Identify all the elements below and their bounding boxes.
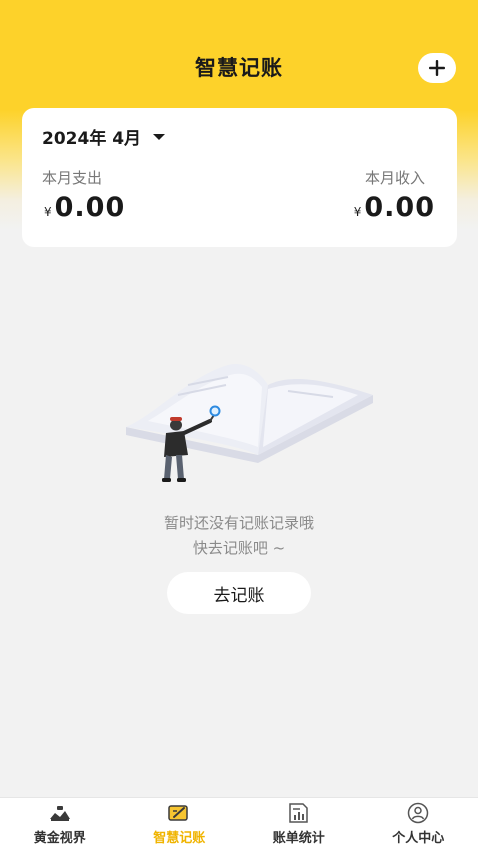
page-title: 智慧记账 xyxy=(0,52,478,82)
tab-gold-vision[interactable]: 黄金视界 xyxy=(0,798,120,851)
tab-label: 黄金视界 xyxy=(34,827,86,846)
monthly-summary-card: 2024年 4月 本月支出 ¥ 0.00 本月收入 ¥ 0.00 xyxy=(22,108,457,247)
add-record-button[interactable] xyxy=(418,53,456,83)
expense-currency: ¥ xyxy=(44,205,52,219)
tab-label: 智慧记账 xyxy=(153,827,205,846)
tab-bill-stats[interactable]: 账单统计 xyxy=(239,798,359,851)
month-selector[interactable]: 2024年 4月 xyxy=(42,124,165,149)
month-label: 2024年 4月 xyxy=(42,124,141,149)
empty-state-hint: 快去记账吧 ~ xyxy=(0,537,478,558)
ledger-pen-icon xyxy=(166,802,192,824)
tab-smart-ledger[interactable]: 智慧记账 xyxy=(120,798,240,851)
income-currency: ¥ xyxy=(354,205,362,219)
tab-label: 账单统计 xyxy=(273,827,325,846)
gold-pile-icon xyxy=(47,802,73,824)
user-circle-icon xyxy=(405,802,431,824)
expense-amount: 0.00 xyxy=(55,192,126,223)
income-value: ¥ 0.00 xyxy=(354,192,435,223)
expense-value: ¥ 0.00 xyxy=(44,192,125,223)
bill-chart-icon xyxy=(286,802,312,824)
bottom-tab-bar: 黄金视界 智慧记账 账单统计 xyxy=(0,797,478,851)
income-amount: 0.00 xyxy=(364,192,435,223)
income-label: 本月收入 xyxy=(365,167,425,188)
chevron-down-icon xyxy=(153,134,165,140)
plus-icon xyxy=(428,59,446,77)
tab-profile[interactable]: 个人中心 xyxy=(359,798,478,851)
open-book-illustration xyxy=(118,355,378,495)
go-record-button[interactable]: 去记账 xyxy=(167,572,311,614)
tab-label: 个人中心 xyxy=(392,827,444,846)
expense-label: 本月支出 xyxy=(42,167,102,188)
empty-state-message: 暂时还没有记账记录哦 xyxy=(0,512,478,533)
